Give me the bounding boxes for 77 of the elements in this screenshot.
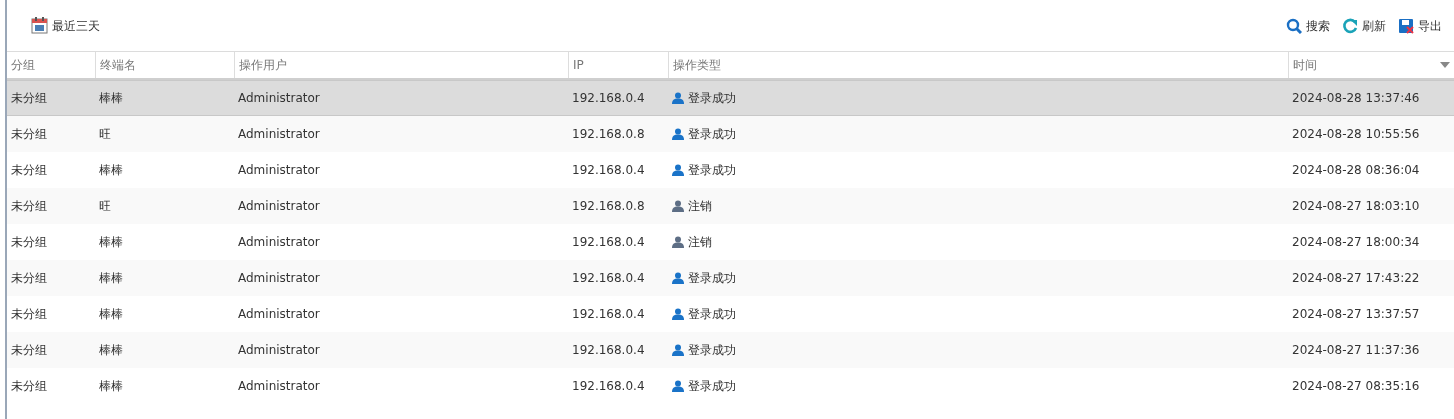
table-cell-text: 棒棒 (98, 342, 124, 359)
table-cell-text: 注销 (688, 234, 712, 251)
table-cell-text: 登录成功 (688, 162, 736, 179)
table-cell-text: 棒棒 (98, 270, 124, 287)
table-cell-text: Administrator (237, 234, 321, 251)
table-cell-text: 登录成功 (688, 90, 736, 107)
column-header[interactable]: IP (568, 52, 668, 78)
table-row[interactable]: 未分组 旺 Administrator 192.168.0.8 登录成功 2024-08-28 10:55:56 (7, 116, 1454, 152)
search-icon (1286, 17, 1302, 34)
table-cell-text: 2024-08-27 13:37:57 (1291, 306, 1421, 323)
table-cell-text: 登录成功 (688, 342, 736, 359)
table-row[interactable]: 未分组 棒棒 Administrator 192.168.0.4 登录成功 2024-08-27 08:35:16 (7, 368, 1454, 404)
table-cell-text: 棒棒 (98, 162, 124, 179)
table-cell-text: 未分组 (10, 306, 48, 323)
table-row[interactable]: 未分组 棒棒 Administrator 192.168.0.4 注销 2024-08-27 18:00:34 (7, 224, 1454, 260)
column-header[interactable]: 终端名 (95, 52, 234, 78)
table-cell-text: 192.168.0.4 (571, 270, 646, 287)
column-header[interactable]: 分组 (7, 52, 95, 78)
table-cell-text: 192.168.0.4 (571, 306, 646, 323)
table-cell-text: Administrator (237, 342, 321, 359)
table-cell-text: 2024-08-27 18:03:10 (1291, 198, 1421, 215)
table-cell-text: Administrator (237, 90, 321, 107)
table-cell-text: 注销 (688, 198, 712, 215)
refresh-button[interactable]: 刷新 (1338, 16, 1390, 35)
table-cell-text: 登录成功 (688, 270, 736, 287)
table-row[interactable]: 未分组 棒棒 Administrator 192.168.0.4 登录成功 2024-08-27 13:37:57 (7, 296, 1454, 332)
table-cell-text: 192.168.0.4 (571, 342, 646, 359)
table-cell-text: Administrator (237, 198, 321, 215)
refresh-icon (1342, 17, 1358, 34)
table-cell-text: 2024-08-28 13:37:46 (1291, 90, 1421, 107)
table-cell-text: 未分组 (10, 162, 48, 179)
table-cell-text: 2024-08-27 18:00:34 (1291, 234, 1421, 251)
export-button[interactable]: 导出 (1394, 16, 1446, 35)
table-cell-text: 2024-08-27 17:43:22 (1291, 270, 1421, 287)
sort-descending-icon[interactable] (1440, 62, 1450, 68)
table-cell-text: 登录成功 (688, 378, 736, 395)
table-cell-text: 未分组 (10, 126, 48, 143)
table-cell-text: 未分组 (10, 378, 48, 395)
table-cell-text: 未分组 (10, 234, 48, 251)
table-cell-text: 未分组 (10, 90, 48, 107)
table-cell-text: 登录成功 (688, 306, 736, 323)
table-row[interactable]: 未分组 棒棒 Administrator 192.168.0.4 登录成功 2024-08-28 13:37:46 (7, 80, 1454, 116)
table-cell-text: Administrator (237, 306, 321, 323)
table-cell-text: Administrator (237, 270, 321, 287)
table-cell-text: 登录成功 (688, 126, 736, 143)
table-cell-text: 棒棒 (98, 90, 124, 107)
table-cell-text: 192.168.0.8 (571, 198, 646, 215)
table-cell-text: 192.168.0.8 (571, 126, 646, 143)
search-button[interactable]: 搜索 (1282, 16, 1334, 35)
table-cell-text: 旺 (98, 126, 112, 143)
table-cell-text: 192.168.0.4 (571, 234, 646, 251)
column-header[interactable]: 操作用户 (234, 52, 568, 78)
table-cell-text: 2024-08-28 10:55:56 (1291, 126, 1421, 143)
table-cell-text: 棒棒 (98, 234, 124, 251)
table-cell-text: 未分组 (10, 342, 48, 359)
date-range-button[interactable]: 最近三天 (52, 16, 100, 35)
table-cell-text: 192.168.0.4 (571, 162, 646, 179)
table-cell-text: Administrator (237, 378, 321, 395)
table-cell-text: 2024-08-28 08:36:04 (1291, 162, 1421, 179)
table-cell-text: 旺 (98, 198, 112, 215)
table-cell-text: 未分组 (10, 198, 48, 215)
table-cell-text: 192.168.0.4 (571, 378, 646, 395)
table-cell-text: 2024-08-27 08:35:16 (1291, 378, 1421, 395)
table-cell-text: Administrator (237, 126, 321, 143)
table-cell-text: 2024-08-27 11:37:36 (1291, 342, 1421, 359)
calendar-icon (31, 17, 48, 34)
table-row[interactable]: 未分组 棒棒 Administrator 192.168.0.4 登录成功 2024-08-27 17:43:22 (7, 260, 1454, 296)
table-cell-text: 192.168.0.4 (571, 90, 646, 107)
column-header[interactable]: 操作类型 (668, 52, 1288, 78)
table-cell-text: 棒棒 (98, 378, 124, 395)
table-row[interactable]: 未分组 棒棒 Administrator 192.168.0.4 登录成功 2024-08-28 08:36:04 (7, 152, 1454, 188)
table-row[interactable]: 未分组 棒棒 Administrator 192.168.0.4 登录成功 2024-08-27 11:37:36 (7, 332, 1454, 368)
table-cell-text: 未分组 (10, 270, 48, 287)
column-header[interactable]: 时间 (1293, 56, 1317, 74)
table-cell-text: 棒棒 (98, 306, 124, 323)
table-row[interactable]: 未分组 旺 Administrator 192.168.0.8 注销 2024-08-27 18:03:10 (7, 188, 1454, 224)
table-cell-text: Administrator (237, 162, 321, 179)
